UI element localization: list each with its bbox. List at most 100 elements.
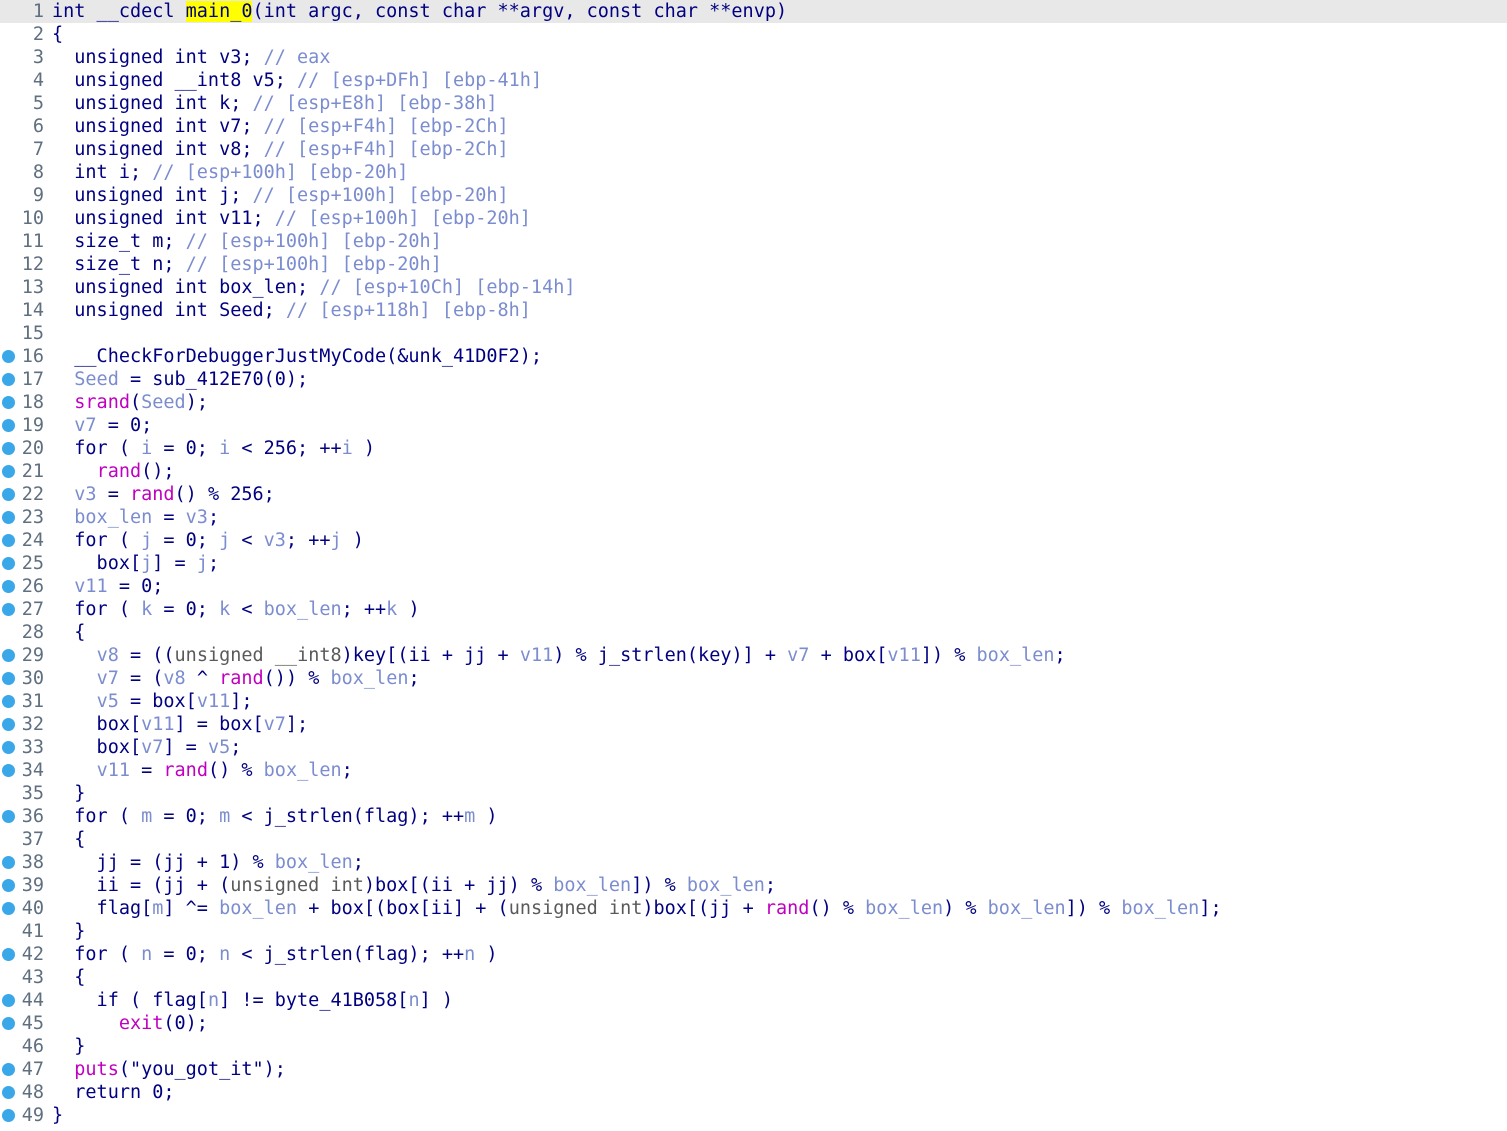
code-line[interactable]: 1 int __cdecl main_0(int argc, const char… <box>0 0 1507 23</box>
code-text[interactable]: int __cdecl main_0(int argc, const char … <box>52 0 787 23</box>
code-text[interactable]: unsigned int box_len; // [esp+10Ch] [ebp… <box>52 276 575 299</box>
code-text[interactable]: int i; // [esp+100h] [ebp-20h] <box>52 161 408 184</box>
code-line[interactable]: 36 for ( m = 0; m < j_strlen(flag); ++m … <box>0 805 1507 828</box>
code-text[interactable]: { <box>52 621 85 644</box>
code-line[interactable]: 20 for ( i = 0; i < 256; ++i ) <box>0 437 1507 460</box>
code-text[interactable]: size_t m; // [esp+100h] [ebp-20h] <box>52 230 442 253</box>
code-text[interactable]: box_len = v3; <box>52 506 219 529</box>
code-text[interactable]: } <box>52 1104 63 1127</box>
code-line[interactable]: 18 srand(Seed); <box>0 391 1507 414</box>
code-text[interactable]: box[v11] = box[v7]; <box>52 713 309 736</box>
code-line[interactable]: 26 v11 = 0; <box>0 575 1507 598</box>
code-line[interactable]: 16 __CheckForDebuggerJustMyCode(&unk_41D… <box>0 345 1507 368</box>
code-line[interactable]: 40 flag[m] ^= box_len + box[(box[ii] + (… <box>0 897 1507 920</box>
code-line[interactable]: 49} <box>0 1104 1507 1127</box>
code-line[interactable]: 28 { <box>0 621 1507 644</box>
code-text[interactable]: jj = (jj + 1) % box_len; <box>52 851 364 874</box>
code-text[interactable]: box[j] = j; <box>52 552 220 575</box>
pseudocode-view[interactable]: 1 int __cdecl main_0(int argc, const char… <box>0 0 1507 1131</box>
code-text[interactable]: v7 = 0; <box>52 414 152 437</box>
code-line[interactable]: 39 ii = (jj + (unsigned int)box[(ii + jj… <box>0 874 1507 897</box>
code-line[interactable]: 48 return 0; <box>0 1081 1507 1104</box>
code-line[interactable]: 21 rand(); <box>0 460 1507 483</box>
code-line[interactable]: 30 v7 = (v8 ^ rand()) % box_len; <box>0 667 1507 690</box>
code-text[interactable]: srand(Seed); <box>52 391 208 414</box>
code-line[interactable]: 6 unsigned int v7; // [esp+F4h] [ebp-2Ch… <box>0 115 1507 138</box>
code-line[interactable]: 27 for ( k = 0; k < box_len; ++k ) <box>0 598 1507 621</box>
code-text[interactable]: unsigned int j; // [esp+100h] [ebp-20h] <box>52 184 508 207</box>
code-line[interactable]: 32 box[v11] = box[v7]; <box>0 713 1507 736</box>
code-text[interactable]: for ( i = 0; i < 256; ++i ) <box>52 437 375 460</box>
code-line[interactable]: 15 <box>0 322 1507 345</box>
code-text[interactable]: unsigned int v8; // [esp+F4h] [ebp-2Ch] <box>52 138 508 161</box>
code-line[interactable]: 43 { <box>0 966 1507 989</box>
code-text[interactable]: rand(); <box>52 460 175 483</box>
code-line[interactable]: 9 unsigned int j; // [esp+100h] [ebp-20h… <box>0 184 1507 207</box>
code-text[interactable]: puts("you_got_it"); <box>52 1058 286 1081</box>
code-line[interactable]: 8 int i; // [esp+100h] [ebp-20h] <box>0 161 1507 184</box>
code-text[interactable]: v3 = rand() % 256; <box>52 483 275 506</box>
code-text[interactable]: exit(0); <box>52 1012 208 1035</box>
code-line[interactable]: 13 unsigned int box_len; // [esp+10Ch] [… <box>0 276 1507 299</box>
code-text[interactable]: unsigned int Seed; // [esp+118h] [ebp-8h… <box>52 299 531 322</box>
code-text[interactable]: v5 = box[v11]; <box>52 690 253 713</box>
code-line[interactable]: 25 box[j] = j; <box>0 552 1507 575</box>
code-line[interactable]: 2{ <box>0 23 1507 46</box>
code-text[interactable]: for ( j = 0; j < v3; ++j ) <box>52 529 364 552</box>
code-token: j <box>219 530 231 551</box>
code-line[interactable]: 7 unsigned int v8; // [esp+F4h] [ebp-2Ch… <box>0 138 1507 161</box>
code-line[interactable]: 10 unsigned int v11; // [esp+100h] [ebp-… <box>0 207 1507 230</box>
code-text[interactable]: v11 = rand() % box_len; <box>52 759 353 782</box>
code-text[interactable]: for ( m = 0; m < j_strlen(flag); ++m ) <box>52 805 497 828</box>
code-text[interactable]: flag[m] ^= box_len + box[(box[ii] + (uns… <box>52 897 1222 920</box>
code-text[interactable]: v7 = (v8 ^ rand()) % box_len; <box>52 667 420 690</box>
code-line[interactable]: 38 jj = (jj + 1) % box_len; <box>0 851 1507 874</box>
code-text[interactable]: } <box>52 920 85 943</box>
code-line[interactable]: 3 unsigned int v3; // eax <box>0 46 1507 69</box>
code-token: = 0; <box>152 944 220 965</box>
code-line[interactable]: 5 unsigned int k; // [esp+E8h] [ebp-38h] <box>0 92 1507 115</box>
code-text[interactable]: size_t n; // [esp+100h] [ebp-20h] <box>52 253 442 276</box>
code-line[interactable]: 33 box[v7] = v5; <box>0 736 1507 759</box>
code-text[interactable]: ii = (jj + (unsigned int)box[(ii + jj) %… <box>52 874 776 897</box>
code-line[interactable]: 29 v8 = ((unsigned __int8)key[(ii + jj +… <box>0 644 1507 667</box>
code-line[interactable]: 37 { <box>0 828 1507 851</box>
code-line[interactable]: 47 puts("you_got_it"); <box>0 1058 1507 1081</box>
code-text[interactable]: box[v7] = v5; <box>52 736 242 759</box>
code-text[interactable]: { <box>52 966 85 989</box>
code-line[interactable]: 45 exit(0); <box>0 1012 1507 1035</box>
code-line[interactable]: 41 } <box>0 920 1507 943</box>
code-text[interactable]: for ( n = 0; n < j_strlen(flag); ++n ) <box>52 943 497 966</box>
code-text[interactable]: } <box>52 782 85 805</box>
code-line[interactable]: 34 v11 = rand() % box_len; <box>0 759 1507 782</box>
code-line[interactable]: 24 for ( j = 0; j < v3; ++j ) <box>0 529 1507 552</box>
code-text[interactable]: return 0; <box>52 1081 174 1104</box>
code-line[interactable]: 4 unsigned __int8 v5; // [esp+DFh] [ebp-… <box>0 69 1507 92</box>
code-line[interactable]: 17 Seed = sub_412E70(0); <box>0 368 1507 391</box>
code-text[interactable]: { <box>52 828 85 851</box>
code-text[interactable]: for ( k = 0; k < box_len; ++k ) <box>52 598 419 621</box>
code-text[interactable]: v8 = ((unsigned __int8)key[(ii + jj + v1… <box>52 644 1066 667</box>
code-text[interactable]: Seed = sub_412E70(0); <box>52 368 308 391</box>
code-text[interactable]: unsigned __int8 v5; // [esp+DFh] [ebp-41… <box>52 69 542 92</box>
code-line[interactable]: 14 unsigned int Seed; // [esp+118h] [ebp… <box>0 299 1507 322</box>
code-line[interactable]: 12 size_t n; // [esp+100h] [ebp-20h] <box>0 253 1507 276</box>
code-text[interactable]: if ( flag[n] != byte_41B058[n] ) <box>52 989 453 1012</box>
code-line[interactable]: 31 v5 = box[v11]; <box>0 690 1507 713</box>
code-text[interactable]: unsigned int v11; // [esp+100h] [ebp-20h… <box>52 207 531 230</box>
code-line[interactable]: 35 } <box>0 782 1507 805</box>
code-line[interactable]: 19 v7 = 0; <box>0 414 1507 437</box>
code-text[interactable]: v11 = 0; <box>52 575 163 598</box>
code-text[interactable]: } <box>52 1035 85 1058</box>
code-line[interactable]: 46 } <box>0 1035 1507 1058</box>
code-line[interactable]: 44 if ( flag[n] != byte_41B058[n] ) <box>0 989 1507 1012</box>
code-text[interactable]: unsigned int k; // [esp+E8h] [ebp-38h] <box>52 92 497 115</box>
code-line[interactable]: 23 box_len = v3; <box>0 506 1507 529</box>
code-line[interactable]: 42 for ( n = 0; n < j_strlen(flag); ++n … <box>0 943 1507 966</box>
code-text[interactable]: { <box>52 23 63 46</box>
code-text[interactable]: unsigned int v7; // [esp+F4h] [ebp-2Ch] <box>52 115 508 138</box>
code-line[interactable]: 22 v3 = rand() % 256; <box>0 483 1507 506</box>
code-text[interactable]: __CheckForDebuggerJustMyCode(&unk_41D0F2… <box>52 345 542 368</box>
code-line[interactable]: 11 size_t m; // [esp+100h] [ebp-20h] <box>0 230 1507 253</box>
code-text[interactable]: unsigned int v3; // eax <box>52 46 330 69</box>
